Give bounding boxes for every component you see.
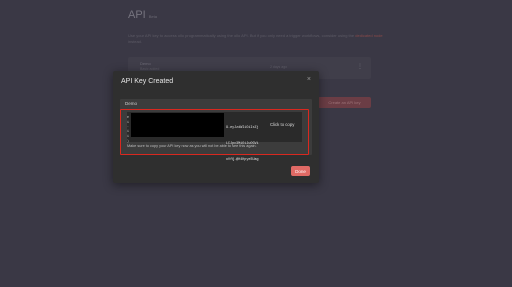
dedicated-node-link[interactable]: dedicated node (355, 33, 382, 38)
highlight-outline (120, 109, 309, 155)
kebab-menu-icon[interactable]: ⋮ (357, 63, 363, 70)
close-icon[interactable]: × (307, 76, 311, 83)
api-key-card-name: Demo (140, 61, 151, 66)
api-key-card-date: 2 days ago (270, 65, 288, 69)
api-key-name: Demo (125, 101, 138, 106)
api-key-line: oVfQ.@H4HpyeSUag (226, 157, 259, 162)
page-description: Use your API key to access ollo programm… (128, 33, 383, 44)
dialog-title: API Key Created (121, 78, 174, 85)
create-api-key-button[interactable]: Create an API key (318, 97, 371, 108)
done-button[interactable]: Done (291, 166, 310, 176)
page-title: API Beta (128, 9, 157, 21)
beta-badge: Beta (148, 14, 157, 19)
